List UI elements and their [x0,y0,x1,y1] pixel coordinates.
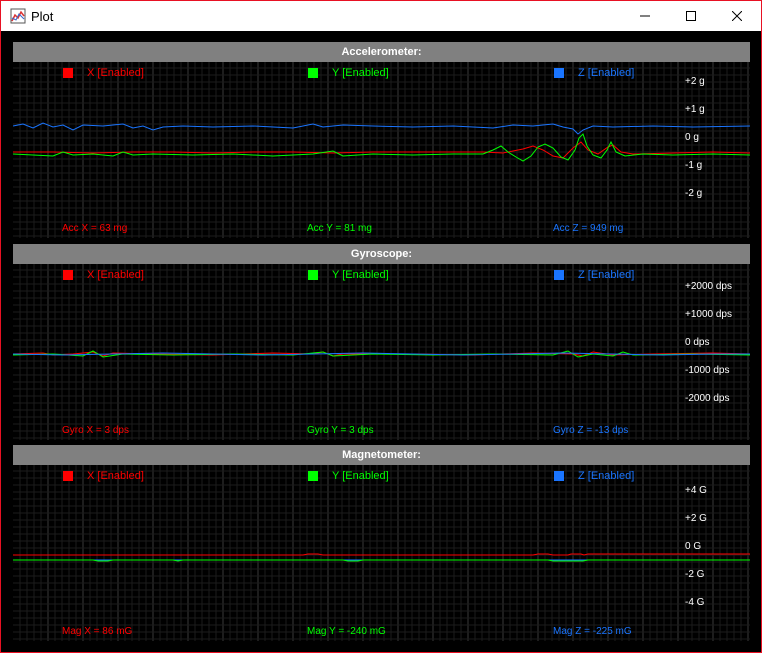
y-tick-label: +2 G [685,513,707,524]
gyro-z-readout: Gyro Z = -13 dps [553,425,629,436]
legend-label-x: X [Enabled] [87,269,144,281]
mag-z-readout: Mag Z = -225 mG [553,626,632,637]
maximize-icon [686,11,696,21]
panel-title: Magnetometer: [13,445,750,465]
acc-x-trace [13,141,750,159]
gyro-x-readout: Gyro X = 3 dps [62,425,129,436]
chart-icon [10,8,26,24]
close-button[interactable] [714,1,760,31]
legend-swatch-blue [554,68,564,78]
acc-x-readout: Acc X = 63 mg [62,223,128,234]
legend-label-z: Z [Enabled] [578,67,635,79]
y-tick-label: 0 g [685,132,699,143]
y-tick-label: -2 g [685,188,703,199]
legend-swatch-red [63,471,73,481]
acc-y-readout: Acc Y = 81 mg [307,223,372,234]
plot-area: Accelerometer: X [Enabled] Y [Enabled] Z… [1,31,761,652]
y-tick-label: +1 g [685,104,705,115]
legend-swatch-green [308,68,318,78]
window-title: Plot [31,9,54,24]
legend-label-y: Y [Enabled] [332,269,389,281]
y-tick-label: -2000 dps [685,393,730,404]
minimize-button[interactable] [622,1,668,31]
title-bar[interactable]: Plot [1,1,761,31]
minimize-icon [640,15,650,17]
magnetometer-traces [13,553,750,562]
legend-label-x: X [Enabled] [87,67,144,79]
magnetometer-plot[interactable]: X [Enabled] Y [Enabled] Z [Enabled] +4 G… [13,465,750,641]
legend-swatch-green [308,471,318,481]
maximize-button[interactable] [668,1,714,31]
gyroscope-panel: Gyroscope: X [Enabled] Y [Enabled] Z [En… [13,244,750,440]
y-tick-label: +2 g [685,76,705,87]
acc-z-trace [13,122,750,135]
gyro-y-readout: Gyro Y = 3 dps [307,425,374,436]
legend-label-z: Z [Enabled] [578,269,635,281]
panel-title: Accelerometer: [13,42,750,62]
legend-swatch-red [63,68,73,78]
magnetometer-panel: Magnetometer: X [Enabled] Y [Enabled] Z … [13,445,750,641]
y-tick-label: -1 g [685,160,703,171]
accelerometer-traces [13,122,750,162]
y-tick-label: +4 G [685,485,707,496]
mag-y-trace [13,559,750,562]
close-icon [732,11,742,21]
y-tick-label: 0 dps [685,337,710,348]
plot-window: Plot Accelerometer: X [Enabled] Y [Enabl… [0,0,762,653]
y-tick-label: -4 G [685,597,705,608]
panel-title: Gyroscope: [13,244,750,264]
legend-label-z: Z [Enabled] [578,470,635,482]
legend-label-y: Y [Enabled] [332,67,389,79]
legend-label-x: X [Enabled] [87,470,144,482]
acc-z-readout: Acc Z = 949 mg [553,223,624,234]
legend-label-y: Y [Enabled] [332,470,389,482]
legend-swatch-red [63,270,73,280]
gyroscope-traces [13,350,750,358]
gyroscope-plot[interactable]: X [Enabled] Y [Enabled] Z [Enabled] +200… [13,264,750,440]
y-tick-label: 0 G [685,541,702,552]
accelerometer-panel: Accelerometer: X [Enabled] Y [Enabled] Z… [13,42,750,238]
mag-y-readout: Mag Y = -240 mG [307,626,386,637]
y-tick-label: -1000 dps [685,365,730,376]
legend-swatch-blue [554,471,564,481]
acc-y-trace [13,133,750,162]
accelerometer-plot[interactable]: X [Enabled] Y [Enabled] Z [Enabled] +2 g… [13,62,750,238]
mag-x-trace [13,553,750,556]
mag-x-readout: Mag X = 86 mG [62,626,133,637]
y-tick-label: +2000 dps [685,281,732,292]
y-tick-label: +1000 dps [685,309,732,320]
legend-swatch-blue [554,270,564,280]
y-tick-label: -2 G [685,569,705,580]
legend-swatch-green [308,270,318,280]
